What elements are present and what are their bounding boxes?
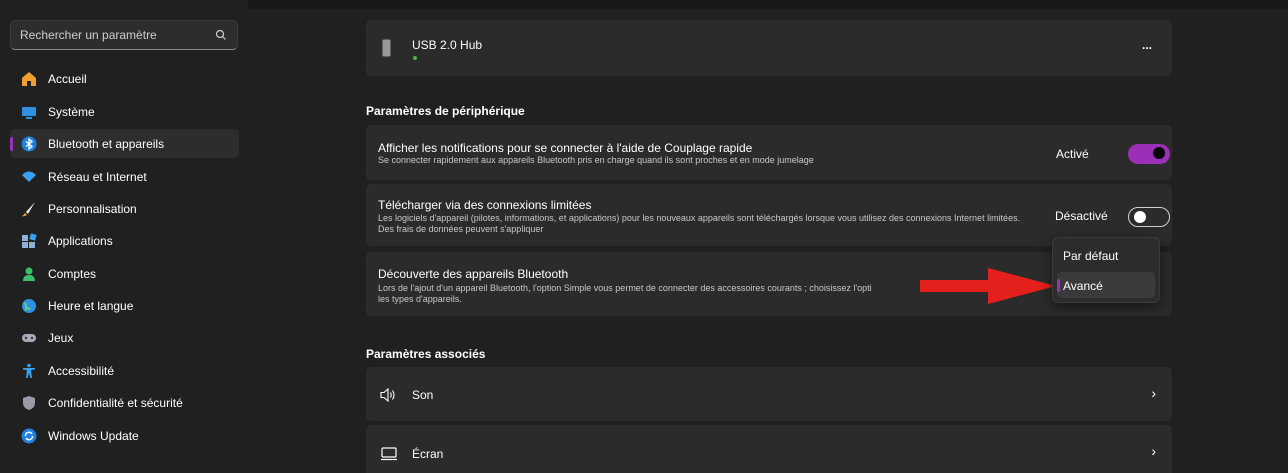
top-strip [248, 0, 1288, 9]
sidebar-item-label: Personnalisation [48, 202, 137, 216]
sidebar-item-comptes[interactable]: Comptes [10, 259, 239, 288]
section-title-related: Paramètres associés [366, 347, 486, 361]
red-arrow-annotation [920, 268, 1056, 304]
more-options-button[interactable]: ... [1142, 38, 1152, 52]
sidebar: Rechercher un paramètre Accueil Système … [0, 0, 248, 473]
section-title-device-settings: Paramètres de périphérique [366, 104, 525, 118]
search-box[interactable]: Rechercher un paramètre [10, 20, 238, 50]
system-icon [20, 103, 37, 120]
brush-icon [20, 200, 37, 217]
swift-pair-card: Afficher les notifications pour se conne… [366, 125, 1172, 180]
sidebar-item-label: Accueil [48, 72, 87, 86]
dropdown-option-label: Avancé [1063, 279, 1103, 293]
sidebar-item-systeme[interactable]: Système [10, 97, 239, 126]
search-input[interactable]: Rechercher un paramètre [20, 28, 157, 42]
account-icon [20, 265, 37, 282]
sidebar-item-jeux[interactable]: Jeux [10, 323, 239, 352]
device-card[interactable]: USB 2.0 Hub ... [366, 20, 1172, 76]
discovery-dropdown-menu: Par défaut Avancé [1052, 237, 1160, 303]
wifi-icon [20, 168, 37, 185]
sidebar-item-heure[interactable]: Heure et langue [10, 291, 239, 320]
apps-icon [20, 232, 37, 249]
sidebar-item-label: Windows Update [48, 429, 139, 443]
chevron-right-icon: › [1151, 385, 1156, 401]
metered-card: Télécharger via des connexions limitées … [366, 184, 1172, 246]
bluetooth-icon [20, 135, 37, 152]
sidebar-item-windows-update[interactable]: Windows Update [10, 421, 239, 450]
gamepad-icon [20, 329, 37, 346]
chevron-right-icon: › [1151, 443, 1156, 459]
usb-device-icon [382, 39, 391, 57]
device-name: USB 2.0 Hub [412, 38, 483, 52]
update-icon [20, 427, 37, 444]
monitor-icon [381, 447, 397, 461]
sidebar-item-applications[interactable]: Applications [10, 226, 239, 255]
related-item-ecran[interactable]: Écran › [366, 425, 1172, 473]
dropdown-option-label: Par défaut [1063, 249, 1119, 263]
sidebar-item-accessibilite[interactable]: Accessibilité [10, 356, 239, 385]
sidebar-item-accueil[interactable]: Accueil [10, 64, 239, 93]
related-item-label: Écran [412, 447, 444, 461]
related-item-son[interactable]: Son › [366, 367, 1172, 421]
discovery-title: Découverte des appareils Bluetooth [378, 267, 569, 281]
metered-title: Télécharger via des connexions limitées [378, 198, 592, 212]
sidebar-item-personnalisation[interactable]: Personnalisation [10, 194, 239, 223]
dropdown-option-advanced[interactable]: Avancé [1057, 272, 1155, 298]
swift-pair-subtitle: Se connecter rapidement aux appareils Bl… [378, 155, 814, 165]
status-dot [413, 56, 417, 60]
sidebar-item-label: Réseau et Internet [48, 170, 147, 184]
metered-toggle[interactable] [1128, 207, 1170, 227]
sidebar-item-label: Système [48, 105, 95, 119]
sidebar-item-reseau[interactable]: Réseau et Internet [10, 162, 239, 191]
selection-indicator [1057, 279, 1060, 292]
shield-icon [20, 394, 37, 411]
home-icon [20, 70, 37, 87]
search-icon[interactable] [215, 29, 227, 41]
sidebar-item-label: Confidentialité et sécurité [48, 396, 183, 410]
selection-indicator [10, 137, 13, 151]
dropdown-option-default[interactable]: Par défaut [1057, 242, 1155, 268]
sidebar-item-label: Accessibilité [48, 364, 115, 378]
swift-pair-title: Afficher les notifications pour se conne… [378, 141, 753, 155]
metered-state: Désactivé [1055, 209, 1108, 223]
metered-subtitle: Les logiciels d'appareil (pilotes, infor… [378, 213, 1021, 234]
speaker-icon [380, 388, 395, 402]
sidebar-item-label: Jeux [48, 331, 74, 345]
related-item-label: Son [412, 388, 434, 402]
globe-icon [20, 297, 37, 314]
swift-pair-toggle[interactable] [1128, 144, 1170, 164]
sidebar-item-label: Bluetooth et appareils [48, 137, 165, 151]
sidebar-item-confidentialite[interactable]: Confidentialité et sécurité [10, 388, 239, 417]
toggle-knob [1134, 211, 1146, 223]
toggle-knob [1153, 147, 1165, 159]
sidebar-item-label: Heure et langue [48, 299, 134, 313]
swift-pair-state: Activé [1056, 147, 1089, 161]
sidebar-item-label: Applications [48, 234, 113, 248]
sidebar-item-bluetooth[interactable]: Bluetooth et appareils [10, 129, 239, 158]
accessibility-icon [20, 362, 37, 379]
sidebar-item-label: Comptes [48, 267, 97, 281]
